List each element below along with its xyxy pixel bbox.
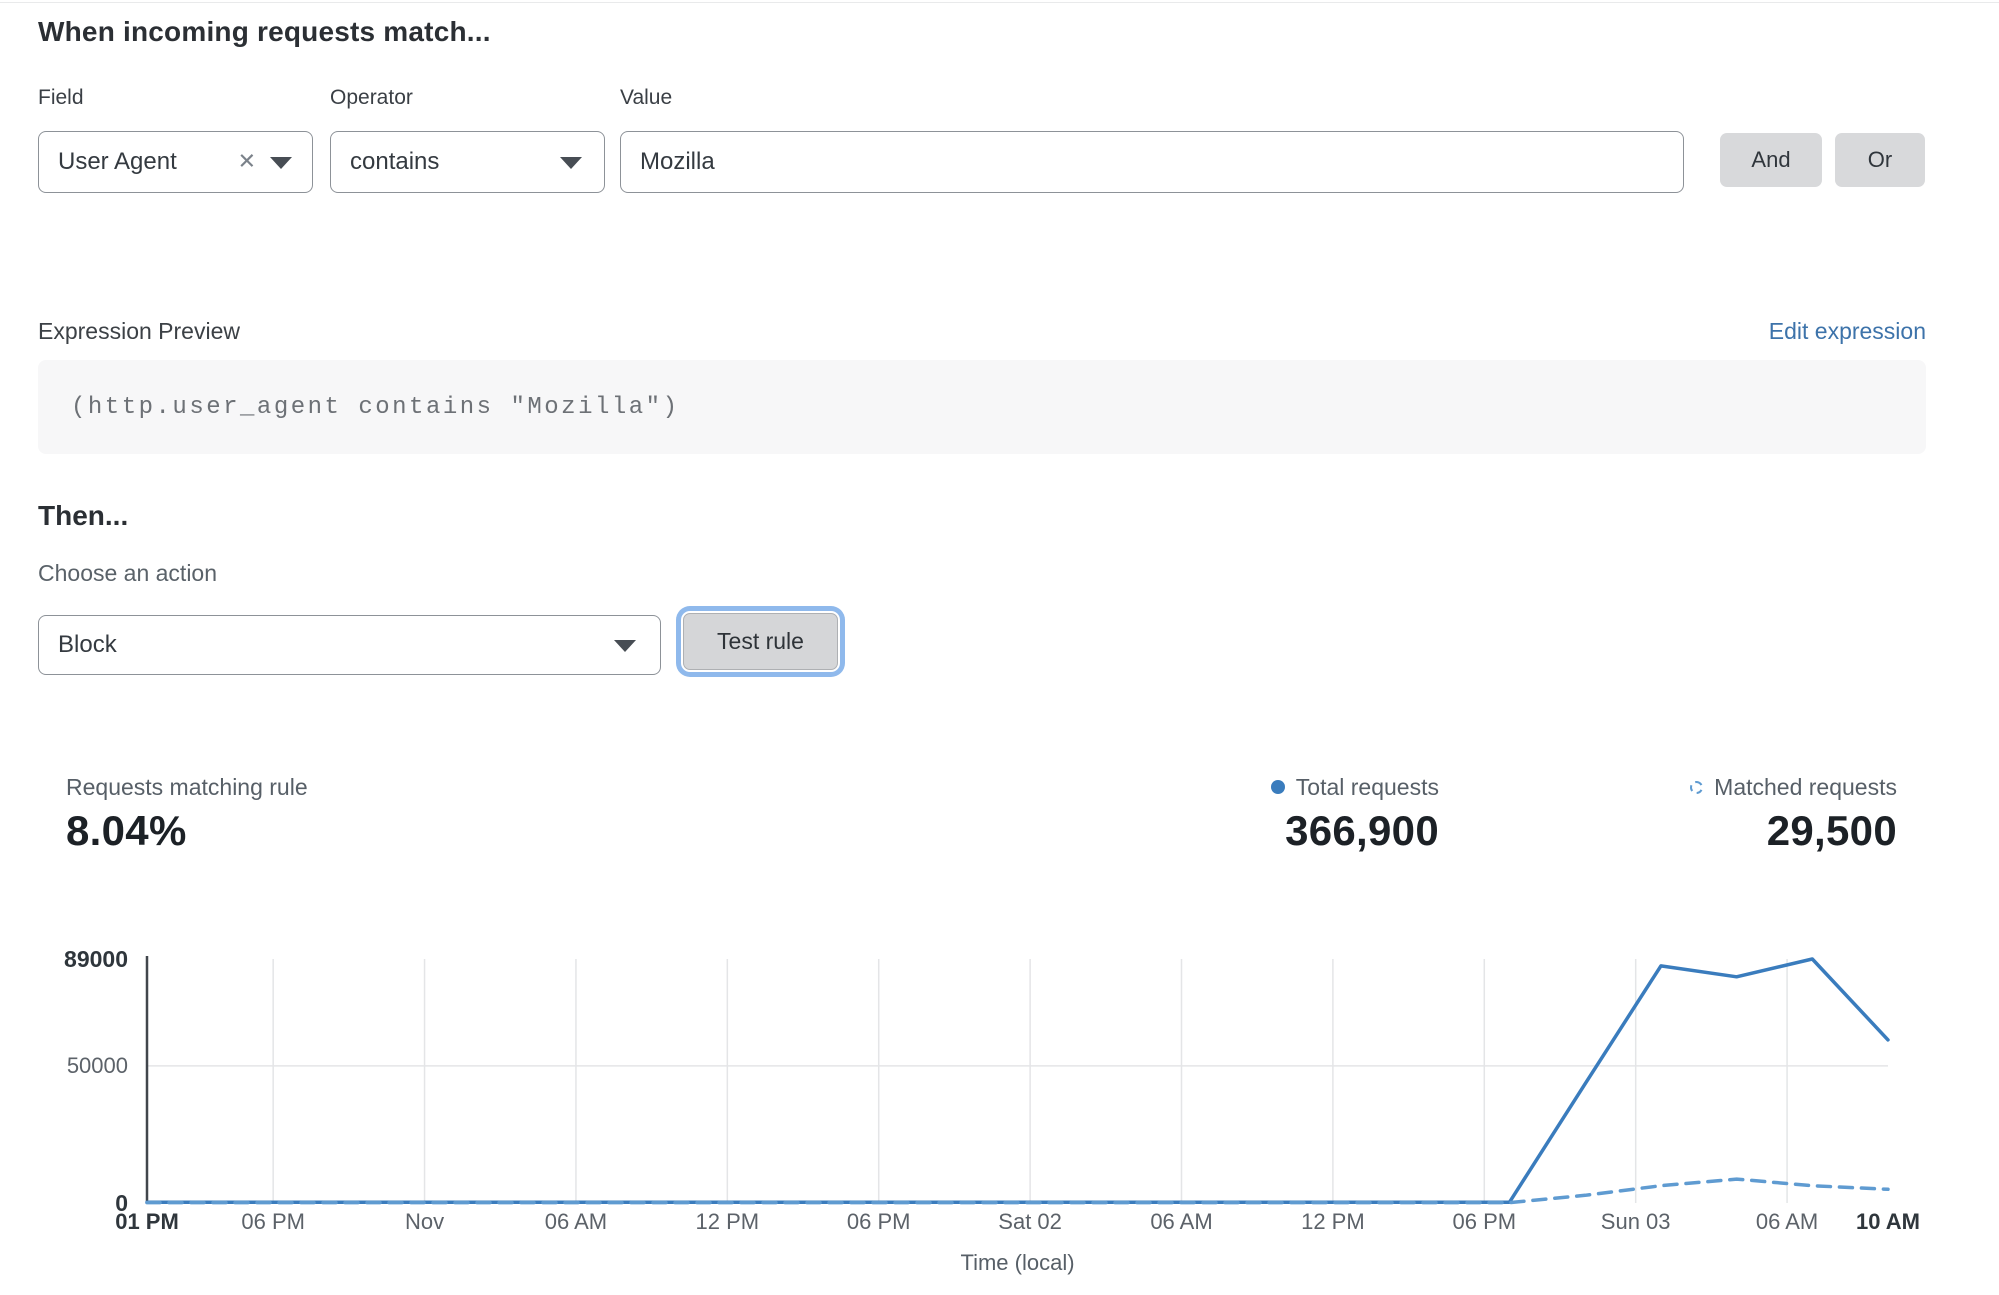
operator-select-value: contains (331, 148, 439, 176)
stat-label: Total requests (1296, 773, 1439, 801)
x-axis-tick-label: 12 PM (647, 1209, 807, 1235)
edit-expression-link[interactable]: Edit expression (1769, 318, 1926, 345)
chevron-down-icon (270, 157, 292, 169)
action-select-value: Block (39, 631, 117, 659)
value-input[interactable] (620, 131, 1684, 193)
stat-value: 8.04% (66, 807, 308, 855)
x-axis-tick-label: 12 PM (1253, 1209, 1413, 1235)
top-divider (0, 2, 1999, 3)
stat-value: 366,900 (1271, 807, 1439, 855)
x-axis-tick-label: 06 PM (1404, 1209, 1564, 1235)
field-select[interactable]: User Agent ✕ (38, 131, 313, 193)
x-axis-tick-label: 10 AM (1808, 1209, 1968, 1235)
stat-label: Requests matching rule (66, 773, 308, 801)
operator-select[interactable]: contains (330, 131, 605, 193)
chevron-down-icon (614, 640, 636, 652)
stat-total-requests: Total requests 366,900 (1271, 773, 1439, 855)
then-title: Then... (38, 500, 128, 532)
x-axis-tick-label: Sun 03 (1556, 1209, 1716, 1235)
value-label: Value (620, 86, 672, 110)
chart-line-solid (147, 959, 1888, 1202)
action-select[interactable]: Block (38, 615, 661, 675)
and-button[interactable]: And (1720, 133, 1822, 187)
total-requests-legend-dot-icon (1271, 780, 1285, 794)
field-select-value: User Agent (39, 148, 177, 176)
chart-svg (137, 949, 1898, 1215)
x-axis-tick-label: 06 PM (799, 1209, 959, 1235)
y-axis-tick-label: 50000 (0, 1053, 128, 1079)
x-axis-tick-label: 06 AM (1102, 1209, 1262, 1235)
expression-code: (http.user_agent contains "Mozilla") (38, 394, 679, 421)
field-label: Field (38, 86, 84, 110)
operator-label: Operator (330, 86, 413, 110)
x-axis-tick-label: 06 AM (496, 1209, 656, 1235)
page-title: When incoming requests match... (38, 16, 491, 48)
y-axis-tick-label: 89000 (0, 946, 128, 972)
x-axis-tick-label: 06 PM (193, 1209, 353, 1235)
expression-preview-label: Expression Preview (38, 318, 240, 345)
choose-action-label: Choose an action (38, 560, 217, 587)
or-button[interactable]: Or (1835, 133, 1925, 187)
chart-xaxis-caption: Time (local) (888, 1250, 1148, 1276)
stat-value: 29,500 (1690, 807, 1897, 855)
expression-code-box: (http.user_agent contains "Mozilla") (38, 360, 1926, 454)
chevron-down-icon (560, 157, 582, 169)
chart-line-dashed (147, 1179, 1888, 1203)
x-axis-tick-label: Nov (345, 1209, 505, 1235)
clear-icon[interactable]: ✕ (238, 151, 256, 173)
firewall-rule-editor: When incoming requests match... Field Op… (0, 0, 1999, 1295)
requests-chart: 05000089000 01 PM06 PMNov06 AM12 PM06 PM… (0, 949, 1999, 1295)
x-axis-tick-label: Sat 02 (950, 1209, 1110, 1235)
stat-requests-matching: Requests matching rule 8.04% (66, 773, 308, 855)
matched-requests-legend-circle-icon (1690, 781, 1703, 794)
test-rule-button[interactable]: Test rule (683, 613, 838, 670)
stat-label: Matched requests (1714, 773, 1897, 801)
stat-matched-requests: Matched requests 29,500 (1690, 773, 1897, 855)
